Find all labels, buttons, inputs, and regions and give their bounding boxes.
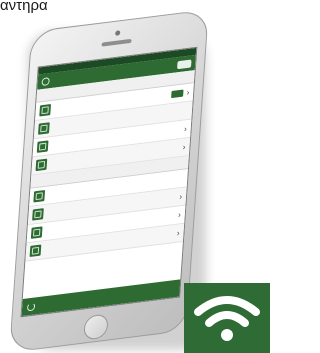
chevron-right-icon: › — [186, 87, 190, 97]
device-icon — [33, 189, 46, 203]
phone-mockup: › › › › › › — [9, 9, 209, 353]
device-icon — [38, 122, 50, 135]
wifi-icon — [194, 296, 260, 341]
wifi-badge — [184, 283, 270, 353]
page-caption: αντηρα — [0, 0, 48, 14]
device-icon — [29, 244, 42, 258]
phone-screen: › › › › › › — [20, 46, 198, 318]
phone-device: › › › › › › — [9, 9, 209, 353]
refresh-icon — [26, 301, 36, 312]
status-indicator — [171, 89, 184, 99]
chevron-right-icon: › — [176, 227, 180, 238]
back-icon[interactable] — [41, 76, 50, 86]
chevron-right-icon: › — [179, 191, 183, 201]
settings-icon — [39, 104, 52, 117]
chevron-right-icon: › — [183, 123, 188, 134]
chevron-right-icon: › — [177, 209, 182, 220]
brand-logo — [177, 58, 192, 69]
device-icon — [32, 208, 44, 221]
device-icon — [35, 158, 48, 172]
chevron-right-icon: › — [182, 141, 186, 152]
device-icon — [36, 140, 49, 153]
device-icon — [30, 226, 43, 239]
